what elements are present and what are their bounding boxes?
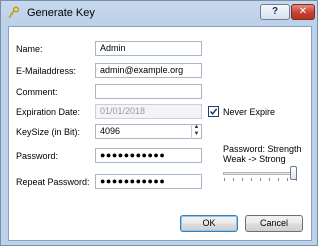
keysize-spinbox[interactable]: 4096 (95, 124, 202, 139)
help-button[interactable]: ? (260, 4, 290, 20)
chevron-up-icon[interactable]: ▲ (192, 124, 201, 130)
generate-key-dialog: Generate Key ? ✕ Name: Admin E-Mailaddre… (0, 0, 318, 246)
password-strength-slider (223, 163, 299, 187)
repeat-password-input[interactable]: ●●●●●●●●●●● (95, 174, 202, 189)
never-expire-label: Never Expire (223, 107, 276, 117)
checkmark-icon (209, 108, 218, 115)
slider-thumb (290, 166, 297, 180)
chevron-down-icon[interactable]: ▼ (192, 131, 201, 137)
cancel-button[interactable]: Cancel (245, 215, 303, 232)
key-icon (8, 6, 19, 19)
keysize-spinner[interactable]: ▲ ▼ (191, 124, 201, 139)
repeat-password-label: Repeat Password: (16, 177, 90, 187)
dialog-body: Name: Admin E-Mailaddress: admin@example… (8, 26, 312, 241)
slider-tick (260, 178, 261, 181)
comment-label: Comment: (16, 87, 58, 97)
window-title: Generate Key (27, 7, 95, 19)
strength-label: Password: Strength (223, 144, 302, 154)
slider-tick (224, 178, 225, 181)
slider-tick (251, 178, 252, 181)
never-expire-checkbox[interactable] (208, 106, 219, 117)
keysize-value: 4096 (100, 126, 121, 136)
close-button[interactable]: ✕ (291, 4, 315, 20)
password-label: Password: (16, 151, 59, 161)
slider-tick (233, 178, 234, 181)
slider-tick (287, 178, 288, 181)
email-input[interactable]: admin@example.org (95, 63, 202, 78)
email-label: E-Mailaddress: (16, 66, 77, 76)
name-label: Name: (16, 44, 43, 54)
slider-tick (278, 178, 279, 181)
comment-input[interactable] (95, 84, 202, 99)
slider-track (223, 172, 297, 175)
title-bar[interactable]: Generate Key ? ✕ (1, 1, 317, 25)
ok-button[interactable]: OK (180, 215, 238, 232)
keysize-label: KeySize (in Bit): (16, 127, 81, 137)
slider-tick (242, 178, 243, 181)
password-input[interactable]: ●●●●●●●●●●● (95, 148, 202, 163)
slider-tick (269, 178, 270, 181)
name-input[interactable]: Admin (95, 41, 202, 56)
expiration-date-input[interactable]: 01/01/2018 (95, 104, 202, 119)
expiration-label: Expiration Date: (16, 107, 81, 117)
